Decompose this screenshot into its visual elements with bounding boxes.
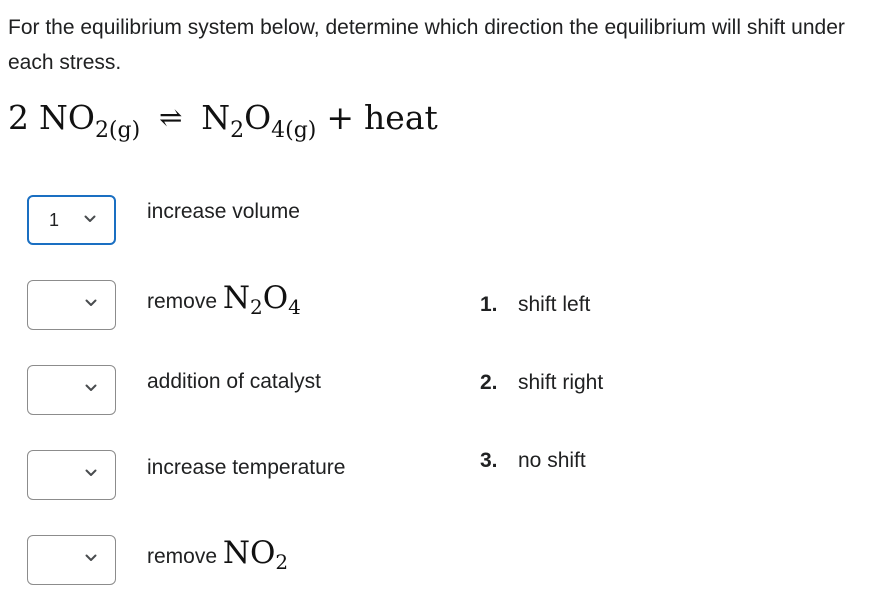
equation-product-subscript-2: 4(g)	[271, 118, 317, 143]
stress-label: increase volume	[147, 200, 300, 223]
answer-select-1[interactable]: 1	[27, 195, 116, 245]
answer-text: shift left	[518, 293, 591, 316]
answer-text: shift right	[518, 371, 604, 394]
stress-label: remove N2O4	[147, 280, 301, 319]
stress-row: increase temperature	[27, 450, 487, 502]
chevron-down-icon	[85, 554, 97, 561]
answer-select-4[interactable]	[27, 450, 116, 500]
stress-row: remove N2O4	[27, 280, 487, 332]
formula-part: N	[222, 280, 250, 316]
equation-plus: +	[326, 98, 355, 137]
stress-row: 1 increase volume	[27, 195, 487, 247]
formula-part: O	[262, 280, 289, 316]
chevron-down-icon	[85, 384, 97, 391]
equation-reactant: NO	[39, 98, 95, 137]
chevron-down-icon	[85, 299, 97, 306]
answer-option: 3. no shift	[480, 449, 586, 473]
chevron-down-icon	[84, 215, 96, 222]
equation-product-n: N	[201, 98, 231, 137]
stress-row: remove NO2	[27, 535, 487, 587]
formula-subscript: 4	[288, 295, 301, 319]
equation-product-subscript-1: 2	[230, 118, 245, 143]
select-value: 1	[49, 210, 60, 230]
stress-label: addition of catalyst	[147, 370, 321, 393]
answer-option: 1. shift left	[480, 293, 590, 317]
formula-subscript: 2	[250, 295, 263, 319]
answer-text: no shift	[518, 449, 586, 472]
equation-coefficient: 2	[8, 98, 29, 137]
chemical-equation: 2 NO2(g) ⇌ N2O4(g) + heat	[8, 98, 438, 143]
stress-label: remove NO2	[147, 535, 289, 574]
stress-label-text: remove	[147, 545, 218, 568]
equation-reactant-subscript: 2(g)	[94, 118, 141, 143]
equilibrium-arrow-icon: ⇌	[158, 101, 183, 134]
equation-heat: heat	[364, 98, 438, 137]
question-prompt: For the equilibrium system below, determ…	[8, 16, 845, 74]
chemical-formula: N2O4	[222, 280, 301, 319]
stress-label: increase temperature	[147, 456, 346, 479]
chevron-down-icon	[85, 469, 97, 476]
formula-part: NO	[222, 535, 276, 571]
stress-label-text: remove	[147, 290, 218, 313]
formula-subscript: 2	[275, 550, 289, 574]
answer-select-3[interactable]	[27, 365, 116, 415]
answer-number: 1.	[480, 293, 498, 316]
answer-option: 2. shift right	[480, 371, 603, 395]
equation-product-o: O	[244, 98, 272, 137]
stress-row: addition of catalyst	[27, 365, 487, 417]
answer-number: 2.	[480, 371, 498, 394]
chemical-formula: NO2	[222, 535, 289, 574]
answer-number: 3.	[480, 449, 498, 472]
answer-select-2[interactable]	[27, 280, 116, 330]
answer-select-5[interactable]	[27, 535, 116, 585]
